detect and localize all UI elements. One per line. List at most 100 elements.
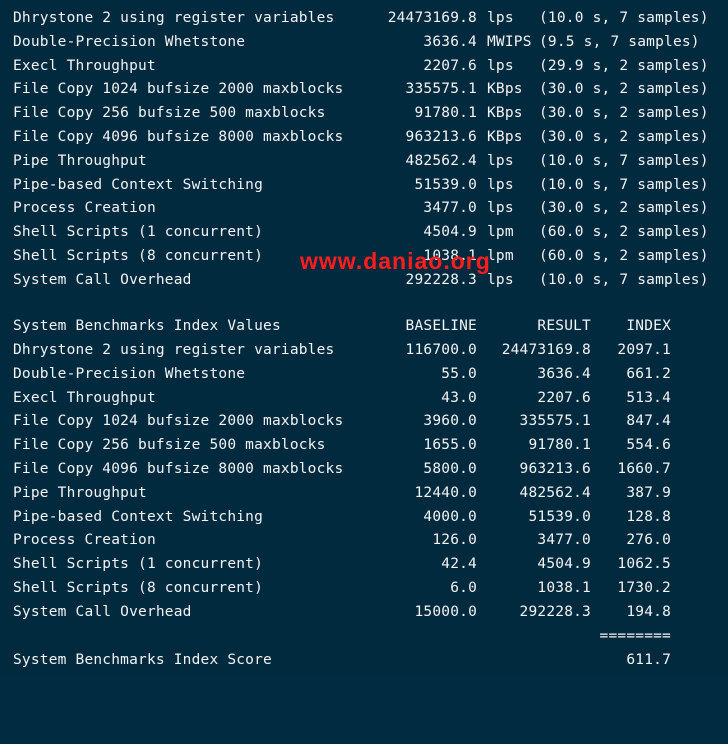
index-test-name: Double-Precision Whetstone	[13, 365, 246, 382]
result-value: 91780.1	[528, 437, 591, 454]
index-value: 1660.7	[617, 461, 671, 477]
result-unit: MWIPS	[487, 33, 532, 50]
result-note: (60.0 s, 2 samples)	[539, 224, 709, 241]
index-header: INDEX	[626, 318, 671, 334]
result-value: 2207.6	[537, 389, 591, 406]
result-test-name: File Copy 1024 bufsize 2000 maxblocks	[13, 81, 344, 98]
index-value: 387.9	[626, 484, 671, 501]
result-note: (10.0 s, 7 samples)	[539, 176, 709, 193]
result-test-name: Execl Throughput	[13, 57, 156, 74]
score-label: System Benchmarks Index Score	[13, 652, 272, 668]
result-row: Process Creation 3477.0 lps (30.0 s, 2 samp…	[13, 196, 713, 220]
index-row: Shell Scripts (1 concurrent) 42.4 4504.9 10…	[13, 552, 713, 576]
baseline-value: 15000.0	[414, 603, 477, 620]
result-unit: lps	[487, 176, 514, 193]
index-row: Execl Throughput 43.0 2207.6 513.4	[13, 386, 713, 410]
result-row: Shell Scripts (1 concurrent) 4504.9 lpm (60…	[13, 220, 713, 244]
result-value: 963213.6	[519, 461, 591, 477]
result-value: 3636.4	[537, 365, 591, 382]
baseline-value: 1655.0	[423, 437, 477, 454]
index-value: 661.2	[626, 365, 671, 382]
result-row: Execl Throughput 2207.6 lps (29.9 s, 2 samp…	[13, 54, 713, 78]
result-unit: lps	[487, 200, 514, 217]
index-row: File Copy 1024 bufsize 2000 maxblocks 396…	[13, 409, 713, 433]
result-value: 292228.3	[519, 603, 591, 620]
result-header: RESULT	[537, 318, 591, 334]
result-value: 482562.4	[405, 152, 477, 169]
index-test-name: Execl Throughput	[13, 389, 156, 406]
index-test-name: Shell Scripts (8 concurrent)	[13, 580, 264, 596]
result-value: 3636.4	[423, 33, 477, 50]
index-value: 513.4	[626, 389, 671, 406]
index-row: Pipe Throughput 12440.0 482562.4 387.9	[13, 481, 713, 505]
result-test-name: System Call Overhead	[13, 271, 192, 288]
result-note: (9.5 s, 7 samples)	[539, 33, 700, 50]
result-value: 482562.4	[519, 484, 591, 501]
result-note: (30.0 s, 2 samples)	[539, 105, 709, 122]
result-unit: lpm	[487, 224, 514, 241]
result-unit: lpm	[487, 248, 514, 264]
result-test-name: Dhrystone 2 using register variables	[13, 10, 335, 26]
result-row: File Copy 1024 bufsize 2000 maxblocks 335…	[13, 77, 713, 101]
index-row: Dhrystone 2 using register variables 1167…	[13, 338, 713, 362]
result-test-name: Shell Scripts (8 concurrent)	[13, 248, 264, 264]
result-test-name: File Copy 4096 bufsize 8000 maxblocks	[13, 129, 344, 145]
baseline-value: 12440.0	[414, 484, 477, 501]
result-test-name: Double-Precision Whetstone	[13, 33, 246, 50]
result-test-name: Process Creation	[13, 200, 156, 217]
result-note: (10.0 s, 7 samples)	[539, 152, 709, 169]
result-value: 335575.1	[405, 81, 477, 98]
result-note: (10.0 s, 7 samples)	[539, 271, 709, 288]
result-unit: lps	[487, 57, 514, 74]
index-test-name: Dhrystone 2 using register variables	[13, 342, 335, 358]
baseline-value: 55.0	[441, 365, 477, 382]
result-value: 4504.9	[537, 556, 591, 573]
index-test-name: Pipe Throughput	[13, 484, 147, 501]
watermark-text: www.daniao.org	[300, 248, 491, 274]
index-test-name: Process Creation	[13, 532, 156, 549]
index-row: Double-Precision Whetstone 55.0 3636.4 661.…	[13, 362, 713, 386]
result-value: 51539.0	[528, 508, 591, 525]
index-test-name: File Copy 256 bufsize 500 maxblocks	[13, 437, 326, 454]
index-value: 128.8	[626, 508, 671, 525]
index-row: System Call Overhead 15000.0 292228.3 194.8	[13, 600, 713, 624]
score-value: 611.7	[626, 652, 671, 668]
result-test-name: Pipe-based Context Switching	[13, 176, 264, 193]
result-row: File Copy 256 bufsize 500 maxblocks 91780…	[13, 101, 713, 125]
terminal-window[interactable]: Dhrystone 2 using register variables 2447…	[0, 0, 728, 677]
result-note: (60.0 s, 2 samples)	[539, 248, 709, 264]
result-unit: KBps	[487, 129, 523, 145]
result-unit: lps	[487, 10, 514, 26]
index-value: 276.0	[626, 532, 671, 549]
index-value: 554.6	[626, 437, 671, 454]
baseline-value: 116700.0	[405, 342, 477, 358]
index-row: Shell Scripts (8 concurrent) 6.0 1038.1 173…	[13, 576, 713, 600]
result-value: 335575.1	[519, 413, 591, 430]
index-value: 194.8	[626, 603, 671, 620]
result-note: (10.0 s, 7 samples)	[539, 10, 709, 26]
score-row: System Benchmarks Index Score 611.7	[13, 648, 713, 672]
index-row: File Copy 256 bufsize 500 maxblocks 1655.…	[13, 433, 713, 457]
result-note: (30.0 s, 2 samples)	[539, 129, 709, 145]
result-unit: lps	[487, 152, 514, 169]
baseline-value: 126.0	[432, 532, 477, 549]
result-unit: KBps	[487, 105, 523, 122]
result-test-name: File Copy 256 bufsize 500 maxblocks	[13, 105, 326, 122]
result-note: (30.0 s, 2 samples)	[539, 81, 709, 98]
index-test-name: Shell Scripts (1 concurrent)	[13, 556, 264, 573]
result-value: 3477.0	[423, 200, 477, 217]
result-value: 24473169.8	[501, 342, 591, 358]
result-row: Pipe-based Context Switching 51539.0 lps (1…	[13, 173, 713, 197]
index-value: 847.4	[626, 413, 671, 430]
index-row: Process Creation 126.0 3477.0 276.0	[13, 528, 713, 552]
result-value: 963213.6	[405, 129, 477, 145]
baseline-value: 5800.0	[423, 461, 477, 477]
separator-row: ========	[13, 624, 713, 648]
baseline-value: 6.0	[450, 580, 477, 596]
result-unit: KBps	[487, 81, 523, 98]
baseline-value: 43.0	[441, 389, 477, 406]
index-test-name: File Copy 4096 bufsize 8000 maxblocks	[13, 461, 344, 477]
result-note: (30.0 s, 2 samples)	[539, 200, 709, 217]
index-value: 2097.1	[617, 342, 671, 358]
baseline-value: 42.4	[441, 556, 477, 573]
